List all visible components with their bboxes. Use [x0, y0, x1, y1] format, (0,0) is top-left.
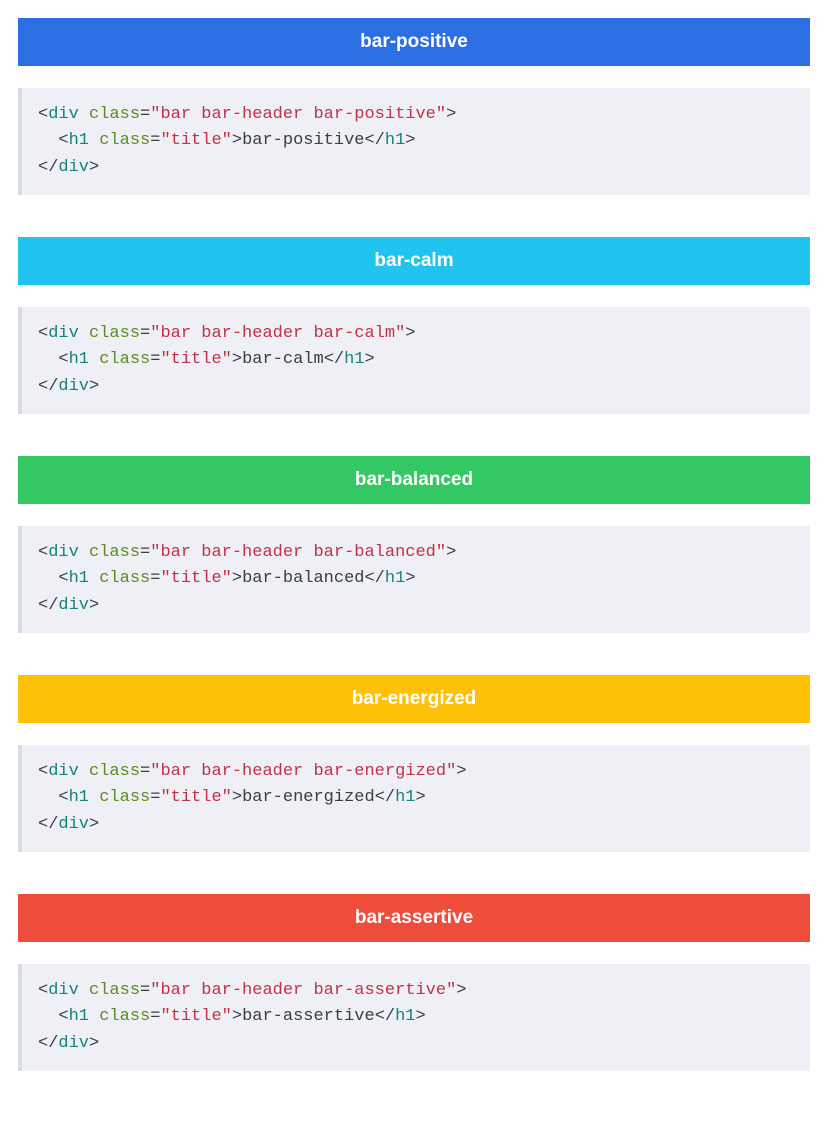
example-section-bar-balanced: bar-balanced<div class="bar bar-header b…: [18, 456, 810, 633]
code-block: <div class="bar bar-header bar-positive"…: [18, 88, 810, 195]
header-bar-title: bar-balanced: [355, 469, 473, 491]
code-inner-class: title: [171, 569, 222, 588]
code-inner-text: bar-calm: [242, 350, 324, 369]
code-inner-text: bar-positive: [242, 131, 364, 150]
example-section-bar-assertive: bar-assertive <div class="bar bar-header …: [18, 894, 810, 1071]
header-bar-title: bar-assertive: [355, 907, 473, 929]
code-block: <div class="bar bar-header bar-calm"> <h…: [18, 307, 810, 414]
code-outer-class: bar bar-header bar-positive: [160, 105, 435, 124]
code-block: <div class="bar bar-header bar-assertive…: [18, 964, 810, 1071]
code-inner-text: bar-energized: [242, 788, 375, 807]
code-block: <div class="bar bar-header bar-balanced"…: [18, 526, 810, 633]
code-outer-class: bar bar-header bar-energized: [160, 762, 446, 781]
code-outer-class: bar bar-header bar-calm: [160, 324, 395, 343]
code-inner-text: bar-balanced: [242, 569, 364, 588]
code-inner-class: title: [171, 350, 222, 369]
header-bar-title: bar-calm: [374, 250, 453, 272]
example-section-bar-calm: bar-calm<div class="bar bar-header bar-c…: [18, 237, 810, 414]
code-inner-class: title: [171, 788, 222, 807]
example-section-bar-energized: bar-energized<div class="bar bar-header …: [18, 675, 810, 852]
header-bar: bar-positive: [18, 18, 810, 66]
header-bar: bar-assertive: [18, 894, 810, 942]
code-outer-class: bar bar-header bar-balanced: [160, 543, 435, 562]
header-bar: bar-balanced: [18, 456, 810, 504]
header-bar: bar-calm: [18, 237, 810, 285]
header-bar: bar-energized: [18, 675, 810, 723]
code-block: <div class="bar bar-header bar-energized…: [18, 745, 810, 852]
example-section-bar-positive: bar-positive<div class="bar bar-header b…: [18, 18, 810, 195]
header-bar-title: bar-energized: [352, 688, 477, 710]
header-bar-title: bar-positive: [360, 31, 468, 53]
code-outer-class: bar bar-header bar-assertive: [160, 981, 446, 1000]
code-inner-class: title: [171, 131, 222, 150]
